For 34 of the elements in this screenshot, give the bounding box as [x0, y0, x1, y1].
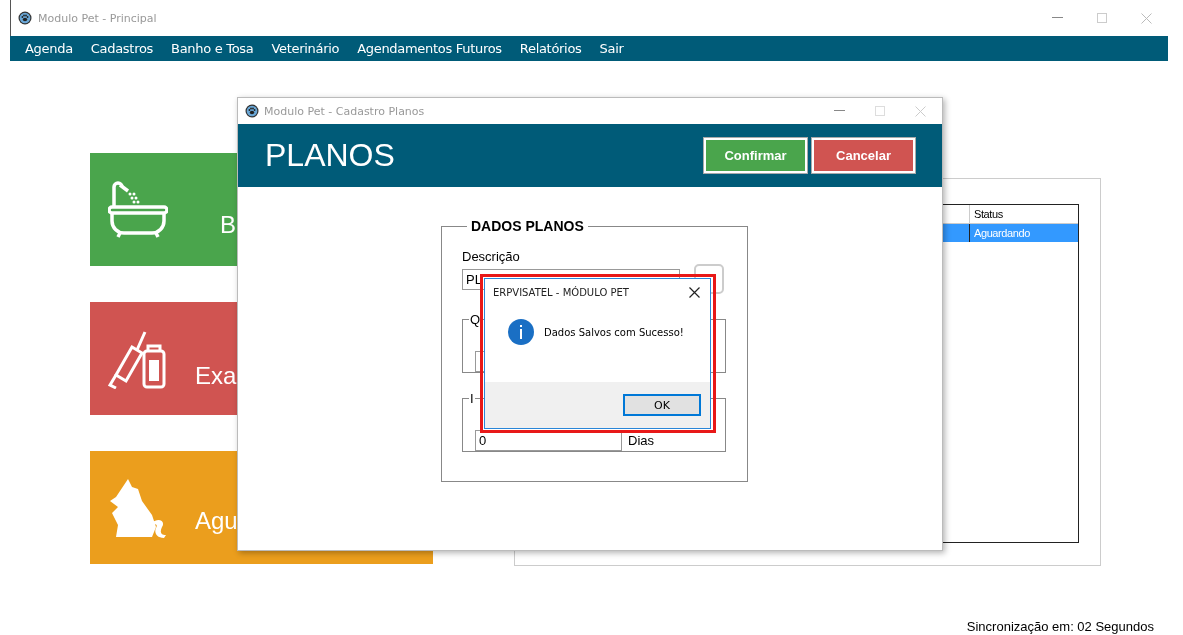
page-heading: PLANOS: [265, 137, 395, 174]
tile-label: Agu: [195, 507, 238, 535]
message-text: Dados Salvos com Sucesso!: [544, 326, 684, 338]
tile-label: Exa: [195, 362, 237, 390]
cancel-button[interactable]: Cancelar: [812, 138, 915, 173]
group-title: Q: [469, 312, 482, 327]
menu-item[interactable]: Agendamentos Futuros: [357, 41, 502, 56]
info-icon: [508, 319, 534, 345]
status-text: Sincronização em: 02 Segundos: [966, 619, 1154, 634]
dialog-title: ERPVISATEL - MÓDULO PET: [493, 287, 629, 298]
menu-item[interactable]: Sair: [599, 41, 624, 56]
table-cell-text: Aguardando: [973, 227, 1030, 239]
ok-button[interactable]: OK: [623, 394, 701, 416]
maximize-icon[interactable]: [875, 106, 885, 116]
close-icon[interactable]: [689, 287, 700, 298]
window-title: Modulo Pet - Principal: [38, 11, 157, 25]
maximize-icon[interactable]: [1097, 13, 1107, 23]
menu-item[interactable]: Banho e Tosa: [171, 41, 254, 56]
menu-item[interactable]: Relatórios: [519, 41, 582, 56]
group-title: DADOS PLANOS: [470, 218, 585, 234]
unit-label: Dias: [628, 433, 654, 448]
minimize-icon[interactable]: [834, 110, 845, 112]
paw-icon: [18, 11, 32, 25]
window-title: Modulo Pet - Cadastro Planos: [264, 104, 425, 118]
bathtub-icon: [108, 180, 168, 239]
field-label: Descrição: [462, 249, 521, 264]
menu-item[interactable]: Agenda: [25, 41, 73, 56]
minimize-icon[interactable]: [1052, 17, 1063, 19]
column-header[interactable]: Status: [970, 208, 1003, 220]
tile-label: B: [220, 211, 236, 239]
paw-icon: [245, 104, 259, 118]
group-title: I: [469, 391, 475, 406]
menu-item[interactable]: Veterinário: [271, 41, 340, 56]
menu-item[interactable]: Cadastros: [90, 41, 154, 56]
